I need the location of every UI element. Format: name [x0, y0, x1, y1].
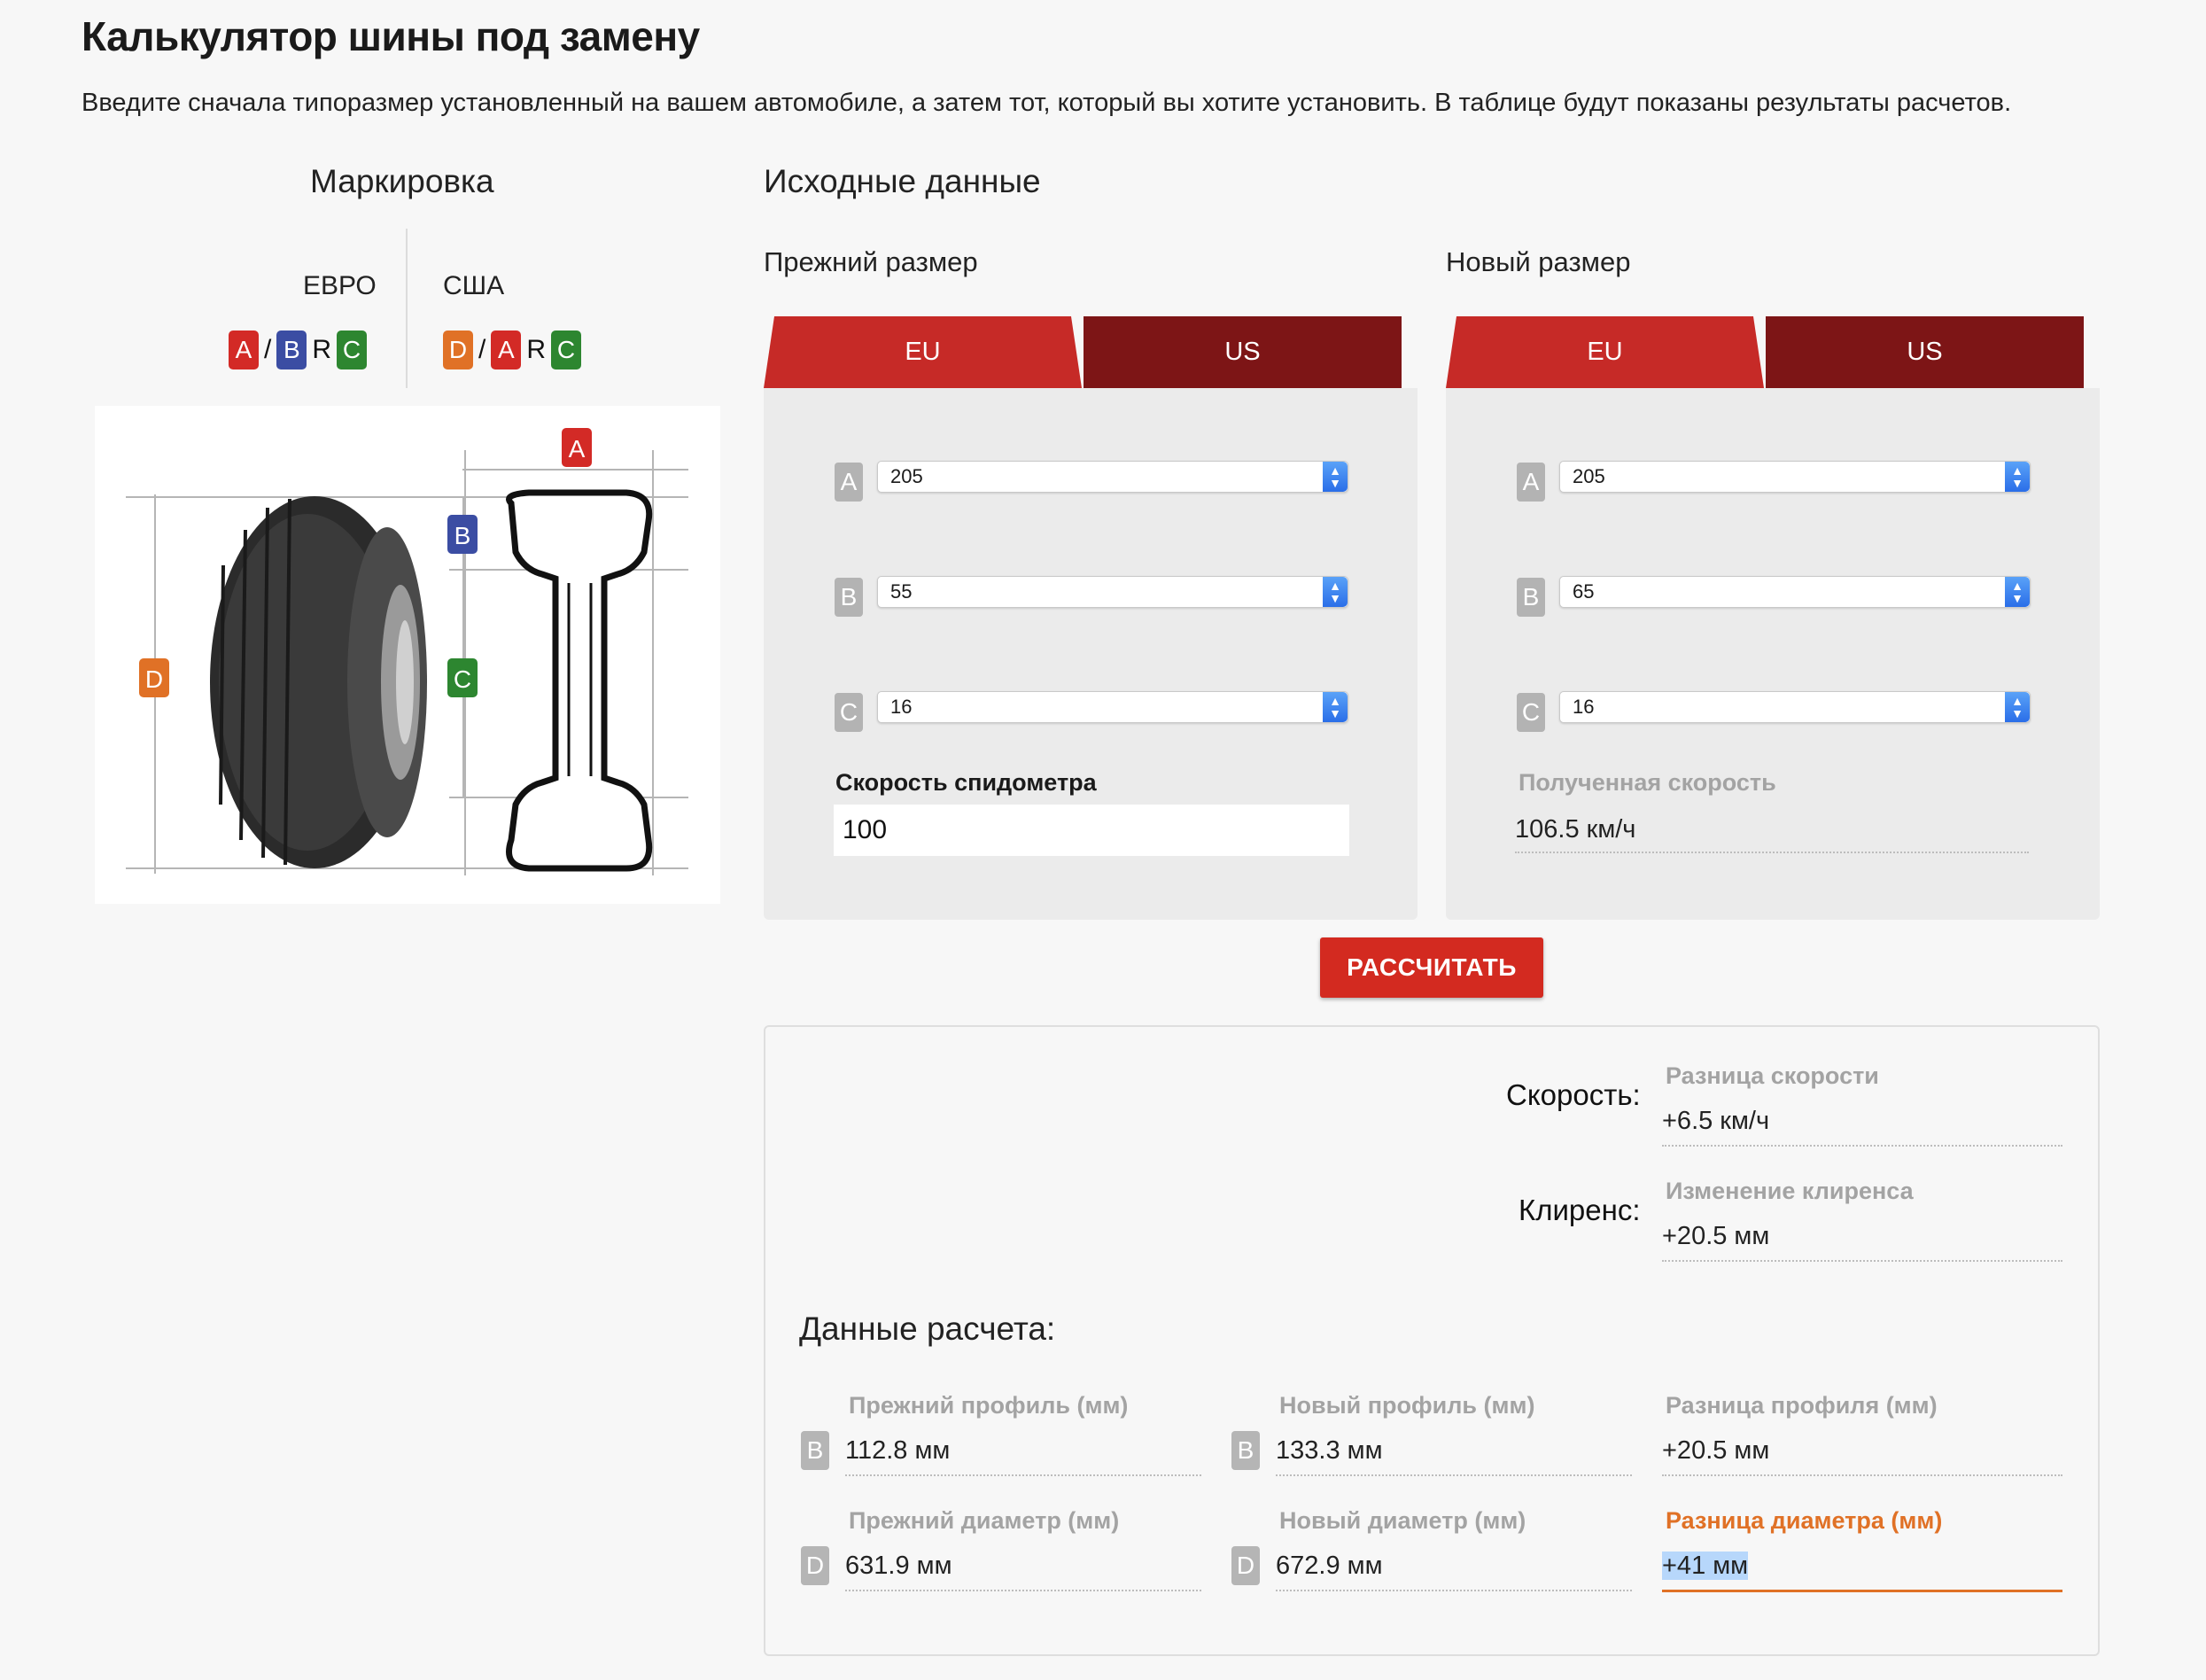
select-value: 65: [1573, 580, 1595, 603]
field-badge-b: B: [1517, 578, 1545, 617]
row-badge-d: D: [1231, 1546, 1260, 1585]
clearance-diff-value: +20.5 мм: [1662, 1222, 2062, 1262]
calculate-button[interactable]: РАССЧИТАТЬ: [1320, 937, 1543, 998]
usa-label: США: [443, 271, 505, 300]
inputs-heading: Исходные данные: [764, 163, 1041, 199]
new-profile-value: 133.3 мм: [1276, 1436, 1632, 1476]
results-panel: Скорость: Разница скорости +6.5 км/ч Кли…: [764, 1025, 2100, 1656]
tire-illustration: A B C D: [126, 428, 688, 875]
new-profile-label: Новый профиль (мм): [1279, 1392, 1535, 1419]
badge-b: B: [276, 331, 307, 369]
old-profile-value: 112.8 мм: [845, 1436, 1201, 1476]
row-badge-d: D: [801, 1546, 829, 1585]
tab-us[interactable]: US: [1084, 316, 1402, 388]
speedometer-label: Скорость спидометра: [835, 769, 1097, 796]
old-width-select[interactable]: 205 ▲ ▼: [877, 461, 1348, 493]
diagram-label-a: A: [569, 435, 586, 463]
page-subtitle: Введите сначала типоразмер установленный…: [82, 89, 2012, 117]
page-title: Калькулятор шины под замену: [82, 13, 700, 59]
badge-a: A: [229, 331, 259, 369]
select-value: 205: [1573, 465, 1605, 487]
select-arrows-icon: ▲ ▼: [1323, 692, 1348, 722]
field-badge-b: B: [835, 578, 863, 617]
select-value: 16: [890, 696, 913, 718]
badge-c: C: [337, 331, 368, 369]
tab-us[interactable]: US: [1766, 316, 2084, 388]
tab-eu[interactable]: EU: [764, 316, 1082, 388]
speed-diff-label: Разница скорости: [1666, 1062, 1879, 1089]
code-r: R: [526, 335, 547, 364]
select-arrows-icon: ▲ ▼: [1323, 462, 1348, 492]
new-diameter-label: Новый диаметр (мм): [1279, 1507, 1526, 1534]
select-value: 205: [890, 465, 923, 487]
speed-label: Скорость:: [1506, 1078, 1641, 1111]
old-diameter-select[interactable]: 16 ▲ ▼: [877, 691, 1348, 723]
select-arrows-icon: ▲ ▼: [2005, 692, 2030, 722]
diagram-label-d: D: [145, 665, 163, 693]
diameter-diff-label: Разница диаметра (мм): [1666, 1507, 1943, 1534]
select-arrows-icon: ▲ ▼: [2005, 462, 2030, 492]
speedometer-input[interactable]: [834, 805, 1349, 856]
old-diameter-label: Прежний диаметр (мм): [849, 1507, 1120, 1534]
usa-code: D / A R C: [443, 331, 582, 369]
row-badge-b: B: [801, 1431, 829, 1470]
select-arrows-icon: ▲ ▼: [1323, 577, 1348, 607]
old-size-heading: Прежний размер: [764, 246, 978, 277]
new-profile-select[interactable]: 65 ▲ ▼: [1559, 576, 2031, 608]
euro-label: ЕВРО: [303, 271, 377, 300]
diameter-diff-value: +41 мм: [1662, 1552, 1749, 1580]
tab-eu[interactable]: EU: [1446, 316, 1764, 388]
old-diameter-value: 631.9 мм: [845, 1552, 1201, 1591]
field-badge-c: C: [1517, 693, 1545, 732]
row-badge-b: B: [1231, 1431, 1260, 1470]
euro-code: A / B R C: [229, 331, 368, 369]
select-arrows-icon: ▲ ▼: [2005, 577, 2030, 607]
tire-diagram: A B C D: [95, 406, 720, 904]
code-separator: /: [264, 335, 272, 364]
marking-heading: Маркировка: [310, 163, 494, 199]
code-r: R: [312, 335, 332, 364]
select-value: 16: [1573, 696, 1595, 718]
new-size-tabs: EU US: [1446, 316, 2084, 388]
old-size-panel: A 205 ▲ ▼ B 55 ▲ ▼ C 16 ▲ ▼ Скорость спидом…: [764, 388, 1418, 920]
calc-data-title: Данные расчета:: [799, 1311, 1056, 1347]
new-diameter-value: 672.9 мм: [1276, 1552, 1632, 1591]
result-speed-label: Полученная скорость: [1519, 769, 1776, 796]
field-badge-a: A: [835, 463, 863, 502]
profile-diff-label: Разница профиля (мм): [1666, 1392, 1938, 1419]
marking-divider: [406, 229, 408, 388]
badge-d: D: [443, 331, 473, 369]
diagram-label-c: C: [454, 665, 471, 693]
old-profile-label: Прежний профиль (мм): [849, 1392, 1129, 1419]
diameter-diff-field[interactable]: +41 мм: [1662, 1552, 2062, 1592]
select-value: 55: [890, 580, 913, 603]
new-diameter-select[interactable]: 16 ▲ ▼: [1559, 691, 2031, 723]
result-speed-value: 106.5 км/ч: [1515, 815, 2029, 853]
speed-diff-value: +6.5 км/ч: [1662, 1107, 2062, 1147]
clearance-diff-label: Изменение клиренса: [1666, 1178, 1914, 1204]
old-profile-select[interactable]: 55 ▲ ▼: [877, 576, 1348, 608]
diagram-label-b: B: [454, 522, 471, 549]
badge-a: A: [491, 331, 522, 369]
profile-diff-value: +20.5 мм: [1662, 1436, 2062, 1476]
code-separator: /: [478, 335, 486, 364]
badge-c: C: [551, 331, 582, 369]
new-width-select[interactable]: 205 ▲ ▼: [1559, 461, 2031, 493]
new-size-panel: A 205 ▲ ▼ B 65 ▲ ▼ C 16 ▲ ▼ Полученная скор…: [1446, 388, 2100, 920]
clearance-label: Клиренс:: [1519, 1194, 1641, 1226]
new-size-heading: Новый размер: [1446, 246, 1631, 277]
field-badge-c: C: [835, 693, 863, 732]
field-badge-a: A: [1517, 463, 1545, 502]
old-size-tabs: EU US: [764, 316, 1402, 388]
